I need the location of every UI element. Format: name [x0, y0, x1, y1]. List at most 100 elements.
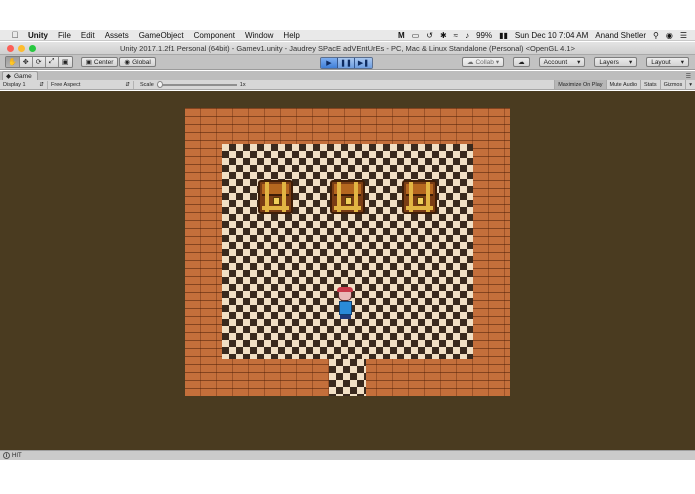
close-window-button[interactable] — [7, 44, 14, 52]
unity-toolbar: ✋ ✥ ⟳ ⤢ ▣ ▣ Center ◉ Global ▶ ❚❚ ▶❚ ☁ Co… — [0, 55, 695, 70]
playmode-controls: ▶ ❚❚ ▶❚ — [320, 57, 373, 69]
airplay-icon[interactable]: ▭ — [412, 31, 420, 40]
toolbar-right: ☁ Collab ▾ ☁ Account ▾ Layers ▾ Layout ▾ — [461, 57, 689, 67]
move-arrows-icon: ✥ — [22, 59, 29, 66]
chevron-down-icon: ▾ — [680, 59, 684, 66]
tab-options-icon[interactable]: ☰ — [686, 73, 691, 80]
cloud-services-button[interactable]: ☁ — [513, 57, 530, 67]
aspect-select[interactable]: Free Aspect ⇵ — [48, 80, 134, 89]
collab-cloud-icon: ☁ — [466, 59, 474, 66]
player-character-sprite — [334, 287, 356, 320]
spotlight-icon[interactable]: ⚲ — [653, 31, 659, 40]
play-icon: ▶ — [326, 60, 332, 67]
menu-help[interactable]: Help — [283, 31, 299, 40]
chevron-down-icon: ▾ — [628, 59, 633, 66]
wifi-icon[interactable]: ≈ — [454, 31, 458, 40]
bluetooth-icon[interactable]: ✱ — [440, 31, 447, 40]
globe-icon: ◉ — [124, 59, 131, 66]
tab-game-label: Game — [14, 72, 32, 80]
window-controls — [7, 44, 36, 52]
apple-icon[interactable]:  — [8, 30, 22, 40]
account-dropdown[interactable]: Account ▾ — [538, 57, 586, 67]
volume-icon[interactable]: ♪ — [465, 31, 469, 40]
menu-component[interactable]: Component — [194, 31, 235, 40]
m-app-icon[interactable]: M — [398, 31, 405, 40]
pivot-label: Center — [93, 58, 114, 66]
chevron-down-icon: ▾ — [577, 59, 581, 66]
battery-icon[interactable]: ▮▮ — [499, 31, 508, 40]
treasure-chest-sprite — [330, 180, 365, 214]
play-button[interactable]: ▶ — [321, 58, 338, 68]
treasure-chest-sprite — [402, 180, 437, 214]
display-select[interactable]: Display 1 ⇵ — [0, 80, 48, 89]
tab-game[interactable]: ◆ Game — [2, 71, 38, 80]
hand-tool-button[interactable]: ✋ — [6, 57, 20, 67]
gizmos-dropdown[interactable]: Gizmos — [659, 80, 686, 89]
updown-icon: ⇵ — [125, 81, 130, 88]
step-icon: ▶❚ — [357, 60, 370, 67]
time-machine-icon[interactable]: ↺ — [426, 31, 433, 40]
game-view-controls: Display 1 ⇵ Free Aspect ⇵ Scale 1x Maxim… — [0, 80, 695, 90]
space-label: Global — [132, 58, 151, 66]
pivot-icon: ▣ — [85, 59, 92, 66]
step-button[interactable]: ▶❚ — [355, 58, 372, 68]
scale-label: Scale — [140, 81, 154, 88]
rotate-icon: ⟳ — [35, 59, 42, 66]
account-label: Account — [543, 58, 568, 66]
macos-menubar:  Unity File Edit Assets GameObject Comp… — [0, 30, 695, 41]
maximize-on-play-toggle[interactable]: Maximize On Play — [554, 80, 606, 89]
pause-button[interactable]: ❚❚ — [338, 58, 355, 68]
pivot-mode-toggle[interactable]: ▣ Center — [80, 57, 119, 67]
info-icon: i — [3, 452, 10, 459]
game-viewport[interactable] — [0, 91, 695, 450]
menu-edit[interactable]: Edit — [81, 31, 95, 40]
game-view-toggles: Maximize On Play Mute Audio Stats Gizmos… — [554, 80, 695, 89]
layers-dropdown[interactable]: Layers ▾ — [594, 57, 638, 67]
display-label: Display 1 — [3, 81, 26, 88]
rotate-tool-button[interactable]: ⟳ — [32, 57, 46, 67]
menu-file[interactable]: File — [58, 31, 71, 40]
rect-tool-button[interactable]: ▣ — [58, 57, 72, 67]
window-titlebar: Unity 2017.1.2f1 Personal (64bit) - Game… — [0, 42, 695, 55]
minimize-window-button[interactable] — [18, 44, 25, 52]
scale-control: Scale 1x — [140, 80, 246, 88]
console-message: HIT — [12, 452, 22, 459]
scale-tool-button[interactable]: ⤢ — [45, 57, 59, 67]
collab-dropdown[interactable]: ☁ Collab ▾ — [461, 57, 505, 67]
window-title: Unity 2017.1.2f1 Personal (64bit) - Game… — [120, 43, 575, 53]
treasure-chest-sprite — [258, 180, 293, 214]
pivot-space-toggle[interactable]: ◉ Global — [119, 57, 156, 67]
aspect-label: Free Aspect — [51, 81, 81, 88]
siri-icon[interactable]: ◉ — [666, 31, 673, 40]
scale-slider[interactable] — [156, 80, 237, 88]
notification-center-icon[interactable]: ☰ — [680, 31, 687, 40]
floor-corridor — [329, 359, 366, 396]
collab-label: Collab — [475, 58, 494, 66]
scale-icon: ⤢ — [48, 58, 55, 65]
layers-label: Layers — [599, 58, 619, 66]
battery-percent: 99% — [476, 30, 493, 40]
scale-value: 1x — [239, 81, 246, 88]
checkered-floor — [222, 144, 473, 359]
cloud-icon: ☁ — [518, 59, 525, 66]
mute-audio-toggle[interactable]: Mute Audio — [605, 80, 641, 89]
menu-window[interactable]: Window — [245, 31, 273, 40]
chevron-down-icon[interactable]: ▾ — [685, 80, 695, 89]
status-menus: M ▭ ↺ ✱ ≈ ♪ 99% ▮▮ Sun Dec 10 7:04 AM An… — [398, 31, 695, 40]
menu-assets[interactable]: Assets — [105, 31, 129, 40]
layout-dropdown[interactable]: Layout ▾ — [646, 57, 689, 67]
scale-slider-knob[interactable] — [156, 80, 163, 88]
game-tab-strip: ◆ Game ☰ — [0, 71, 695, 80]
console-statusbar[interactable]: i HIT — [0, 450, 695, 460]
stats-toggle[interactable]: Stats — [640, 80, 660, 89]
transform-tools: ✋ ✥ ⟳ ⤢ ▣ — [5, 56, 73, 68]
clock[interactable]: Sun Dec 10 7:04 AM — [515, 31, 588, 40]
menu-app-unity[interactable]: Unity — [28, 31, 48, 40]
hand-icon: ✋ — [8, 59, 17, 66]
updown-icon: ⇵ — [39, 81, 44, 88]
user-name[interactable]: Anand Shetler — [595, 31, 646, 40]
game-controller-icon: ◆ — [6, 73, 11, 80]
menu-gameobject[interactable]: GameObject — [139, 31, 184, 40]
move-tool-button[interactable]: ✥ — [19, 57, 33, 67]
zoom-window-button[interactable] — [29, 44, 36, 52]
